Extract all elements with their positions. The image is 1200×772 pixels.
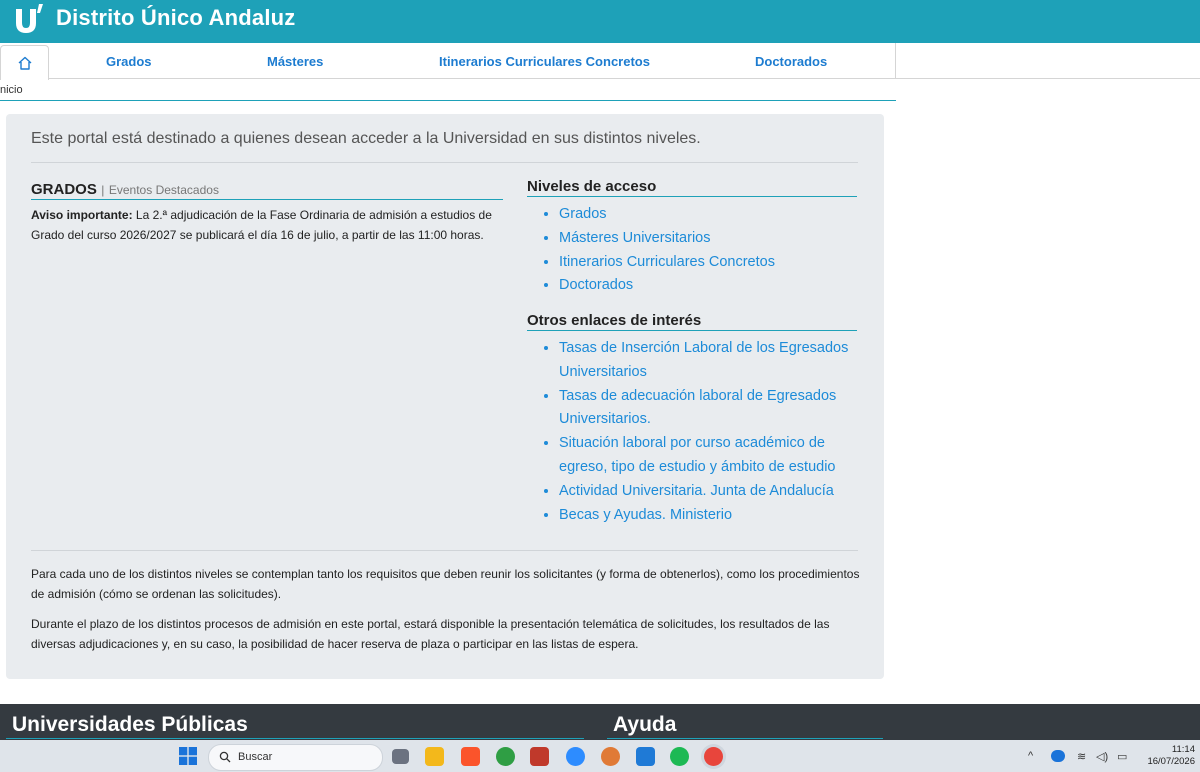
onedrive-icon[interactable] <box>1051 750 1065 762</box>
grados-heading: GRADOS | Eventos Destacados <box>31 181 503 200</box>
otros-heading: Otros enlaces de interés <box>527 312 857 331</box>
brave-browser-icon[interactable] <box>461 747 480 766</box>
footer-universidades-title: Universidades Públicas <box>12 713 248 736</box>
spotify-icon[interactable] <box>670 747 689 766</box>
link-insercion-laboral[interactable]: Tasas de Inserción Laboral de los Egresa… <box>559 337 859 385</box>
grados-title: GRADOS <box>31 181 97 198</box>
paragraph-requisitos: Para cada uno de los distintos niveles s… <box>31 567 860 601</box>
clock[interactable]: 11:14 16/07/2026 <box>1147 744 1195 768</box>
niveles-list: Grados Másteres Universitarios Itinerari… <box>527 203 859 298</box>
breadcrumb-divider <box>0 100 896 101</box>
nav-itinerarios[interactable]: Itinerarios Curriculares Concretos <box>439 54 650 69</box>
taskbar-search[interactable]: Buscar <box>208 744 383 771</box>
nav-divider <box>895 43 896 78</box>
chrome-active-icon[interactable] <box>704 747 723 766</box>
clock-time: 11:14 <box>1171 744 1195 755</box>
link-grados[interactable]: Grados <box>559 203 859 227</box>
vscode-icon[interactable] <box>636 747 655 766</box>
wifi-icon[interactable]: ≋ <box>1077 750 1086 763</box>
otros-list: Tasas de Inserción Laboral de los Egresa… <box>527 337 859 527</box>
niveles-heading: Niveles de acceso <box>527 178 857 197</box>
link-itinerarios[interactable]: Itinerarios Curriculares Concretos <box>559 251 859 275</box>
divider <box>31 162 858 163</box>
link-adecuacion-laboral[interactable]: Tasas de adecuación laboral de Egresados… <box>559 385 859 433</box>
link-becas-ayudas[interactable]: Becas y Ayudas. Ministerio <box>559 504 859 528</box>
chevron-up-icon[interactable]: ^ <box>1028 750 1033 762</box>
windows-start-icon[interactable] <box>179 747 197 765</box>
volume-icon[interactable]: ◁) <box>1096 750 1108 763</box>
main-card: Este portal está destinado a quienes des… <box>6 114 884 679</box>
zoom-icon[interactable] <box>566 747 585 766</box>
divider <box>31 550 858 551</box>
du-logo-icon[interactable] <box>13 3 45 37</box>
link-actividad-universitaria[interactable]: Actividad Universitaria. Junta de Andalu… <box>559 480 859 504</box>
nav-grados[interactable]: Grados <box>106 54 152 69</box>
battery-icon[interactable]: ▭ <box>1117 750 1127 763</box>
site-footer: Universidades Públicas Ayuda <box>0 704 1200 740</box>
site-header: Distrito Único Andaluz <box>0 0 1200 43</box>
search-placeholder: Buscar <box>238 751 273 763</box>
site-title[interactable]: Distrito Único Andaluz <box>56 5 295 31</box>
taskbar: Buscar ^ ≋ ◁) ▭ 11:14 16/07/2026 <box>0 740 1200 772</box>
notice-label: Aviso importante: <box>31 208 133 222</box>
link-masteres[interactable]: Másteres Universitarios <box>559 227 859 251</box>
nav-doctorados[interactable]: Doctorados <box>755 54 827 69</box>
breadcrumb[interactable]: nicio <box>0 84 23 96</box>
search-icon <box>219 751 231 763</box>
file-explorer-icon[interactable] <box>425 747 444 766</box>
main-nav: Grados Másteres Itinerarios Curriculares… <box>0 43 1200 80</box>
nav-masteres[interactable]: Másteres <box>267 54 323 69</box>
footer-divider <box>6 738 584 739</box>
task-view-icon[interactable] <box>392 749 409 764</box>
home-icon <box>18 56 31 70</box>
nav-home[interactable] <box>0 45 49 80</box>
footer-ayuda-title: Ayuda <box>613 713 677 736</box>
intro-text: Este portal está destinado a quienes des… <box>31 130 701 147</box>
claude-icon[interactable] <box>601 747 620 766</box>
heading-separator: | <box>101 183 105 197</box>
clock-date: 16/07/2026 <box>1147 756 1195 767</box>
link-situacion-laboral[interactable]: Situación laboral por curso académico de… <box>559 432 859 480</box>
paragraph-plazos: Durante el plazo de los distintos proces… <box>31 617 830 651</box>
chrome-icon[interactable] <box>496 747 515 766</box>
grados-subtitle: Eventos Destacados <box>108 183 219 197</box>
link-doctorados[interactable]: Doctorados <box>559 274 859 298</box>
footer-divider <box>607 738 883 739</box>
notice: Aviso importante: La 2.ª adjudicación de… <box>31 206 501 245</box>
snipping-tool-icon[interactable] <box>530 747 549 766</box>
